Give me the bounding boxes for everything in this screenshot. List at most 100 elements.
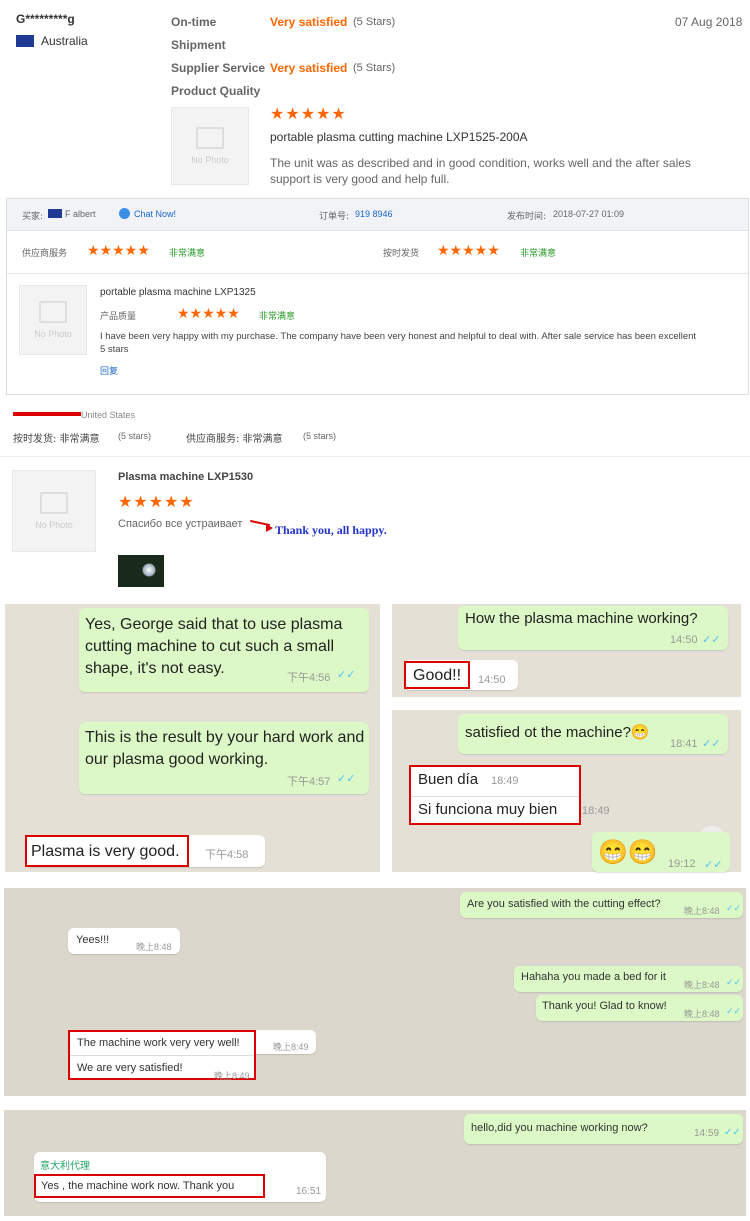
message-time: 晚上8:48: [684, 1009, 720, 1019]
outgoing-message: hello,did you machine working now? 14:59…: [464, 1114, 743, 1144]
review-comment: I have been very happy with my purchase.…: [100, 331, 697, 355]
chat-now-link[interactable]: Chat Now!: [134, 209, 176, 219]
sender-name: 意大利代理: [40, 1161, 90, 1172]
product-photo-placeholder: No Photo: [171, 107, 249, 185]
read-ticks-icon: ✓✓: [337, 669, 356, 681]
outgoing-message: This is the result by your hard work and…: [79, 722, 369, 794]
reviewer-name: G*********g: [16, 12, 75, 26]
message-time: 晚上8:49: [214, 1071, 250, 1081]
reviewer-country: Australia: [41, 34, 88, 48]
outgoing-message: How the plasma machine working? 14:50 ✓✓: [458, 606, 728, 650]
message-time: 下午4:57: [287, 776, 331, 788]
quality-star-rating: ★★★★★: [177, 305, 240, 321]
translation-note: Thank you, all happy.: [275, 523, 387, 537]
highlight-box: Yes , the machine work now. Thank you: [34, 1174, 265, 1198]
quality-value: 非常满意: [259, 312, 296, 322]
australia-flag-icon: [16, 35, 34, 47]
message-time: 晚上8:48: [684, 906, 720, 916]
supplier-service-label: 供应商服务: [22, 249, 68, 259]
reply-link[interactable]: 回复: [100, 364, 118, 377]
read-ticks-icon: ✓✓: [702, 738, 721, 750]
highlight-box: Buen día 18:49 Si funciona muy bien: [409, 765, 581, 825]
read-ticks-icon: ✓✓: [726, 977, 742, 987]
supplier-star-rating: ★★★★★: [87, 242, 150, 258]
delivery-star-rating: ★★★★★: [437, 242, 500, 258]
label-shipment: Shipment: [171, 38, 226, 52]
outgoing-message: Yes, George said that to use plasma cutt…: [79, 608, 369, 692]
product-photo-placeholder: No Photo: [12, 470, 96, 552]
post-time: 2018-07-27 01:09: [553, 209, 625, 219]
review-comment: Спасибо все устраивает: [118, 518, 243, 530]
message-time: 16:51: [296, 1186, 322, 1197]
read-ticks-icon: ✓✓: [704, 859, 723, 871]
review-photo-thumbnail[interactable]: [118, 555, 164, 587]
message-time: 18:49: [582, 805, 610, 817]
stars-on-time: (5 Stars): [353, 16, 396, 28]
chat-screenshot-2: How the plasma machine working? 14:50 ✓✓…: [392, 604, 741, 697]
read-ticks-icon: ✓✓: [726, 903, 742, 913]
review-comment: The unit was as described and in good co…: [270, 156, 691, 186]
chat-screenshot-4: Are you satisfied with the cutting effec…: [4, 888, 746, 1096]
on-time-value: 非常满意: [520, 249, 557, 259]
highlight-box: Plasma is very good.: [25, 835, 189, 867]
message-time: 下午4:58: [205, 849, 249, 861]
message-time: 14:50: [670, 634, 698, 646]
read-ticks-icon: ✓✓: [724, 1127, 741, 1138]
highlight-box: Good!!: [404, 661, 470, 689]
outgoing-message: Hahaha you made a bed for it 晚上8:48 ✓✓: [514, 966, 743, 992]
read-ticks-icon: ✓✓: [337, 773, 356, 785]
review-date: 07 Aug 2018: [675, 15, 743, 29]
product-name[interactable]: Plasma machine LXP1530: [118, 471, 253, 483]
outgoing-message: satisfied ot the machine?😁 18:41 ✓✓: [458, 714, 728, 754]
order-number[interactable]: 919 8946: [355, 209, 393, 219]
on-time-summary: 按时发货: 非常满意: [13, 434, 100, 445]
message-time: 18:41: [670, 738, 698, 750]
buyer-name: F albert: [65, 209, 96, 219]
message-time: 14:59: [694, 1128, 720, 1139]
label-on-time: On-time: [171, 15, 217, 29]
value-on-time: Very satisfied: [270, 15, 348, 29]
australia-flag-icon: [48, 209, 62, 218]
product-photo-placeholder: No Photo: [19, 285, 87, 355]
divider: [7, 273, 748, 274]
time-label: 发布时间:: [507, 212, 547, 222]
star-rating: ★★★★★: [118, 494, 195, 511]
divider: [0, 456, 750, 457]
stars-supplier-service: (5 Stars): [353, 62, 396, 74]
star-rating: ★★★★★: [270, 106, 347, 123]
redacted-name: [13, 412, 81, 416]
image-icon: [40, 492, 68, 514]
on-time-stars: (5 stars): [118, 431, 152, 441]
chat-icon[interactable]: [119, 208, 130, 219]
supplier-summary: 供应商服务: 非常满意: [186, 434, 283, 445]
read-ticks-icon: ✓✓: [702, 634, 721, 646]
review-2-panel: 买家: F albert Chat Now! 订单号: 919 8946 发布时…: [6, 198, 749, 395]
supplier-service-value: 非常满意: [169, 249, 206, 259]
value-supplier-service: Very satisfied: [270, 61, 348, 75]
quality-label: 产品质量: [100, 312, 137, 322]
read-ticks-icon: ✓✓: [726, 1006, 742, 1016]
label-supplier-service: Supplier Service: [171, 61, 266, 75]
chat-screenshot-1: Yes, George said that to use plasma cutt…: [5, 604, 380, 872]
incoming-message: Yees!!! 晚上8:48: [68, 928, 180, 954]
message-time: 晚上8:48: [136, 942, 172, 952]
image-icon: [39, 301, 67, 323]
buyer-label: 买家:: [22, 212, 44, 222]
message-time: 14:50: [478, 674, 506, 686]
message-time: 晚上8:48: [684, 980, 720, 990]
outgoing-message: Are you satisfied with the cutting effec…: [460, 892, 743, 918]
outgoing-message: Thank you! Glad to know! 晚上8:48 ✓✓: [536, 995, 743, 1021]
chat-screenshot-5: hello,did you machine working now? 14:59…: [4, 1110, 746, 1216]
chat-screenshot-3: satisfied ot the machine?😁 18:41 ✓✓ Buen…: [392, 710, 741, 872]
message-time: 18:49: [491, 775, 519, 787]
product-name[interactable]: portable plasma machine LXP1325: [100, 287, 256, 298]
supplier-stars: (5 stars): [303, 431, 337, 441]
image-icon: [196, 127, 224, 149]
order-label: 订单号:: [319, 212, 350, 222]
outgoing-message: 😁😁 19:12 ✓✓: [592, 832, 730, 872]
product-name[interactable]: portable plasma cutting machine LXP1525-…: [270, 130, 528, 144]
label-product-quality: Product Quality: [171, 84, 261, 98]
on-time-label: 按时发货: [383, 249, 420, 259]
highlight-box: The machine work very very well! We are …: [68, 1030, 256, 1081]
reviewer-country: United States: [81, 410, 136, 420]
